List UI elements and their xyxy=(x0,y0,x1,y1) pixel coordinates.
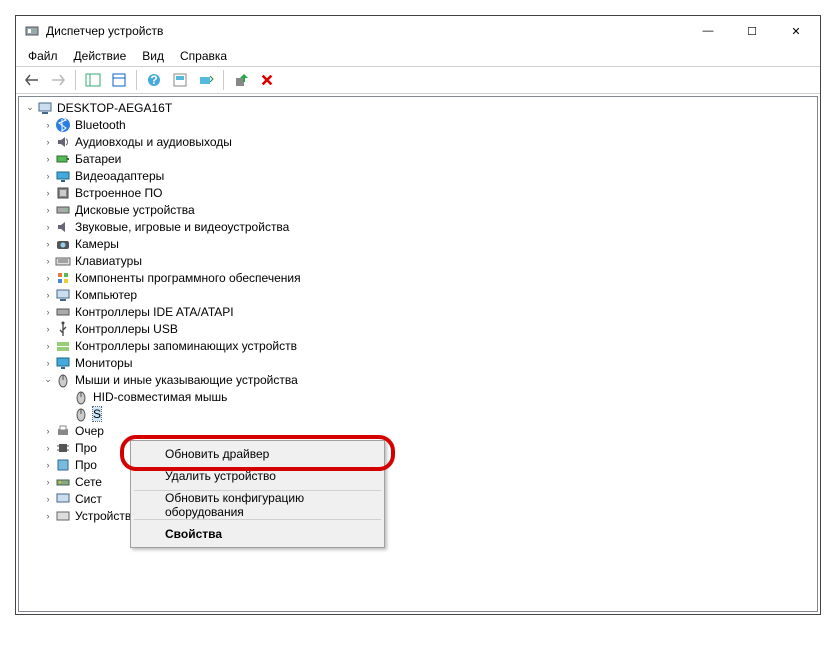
ctx-scan-hardware[interactable]: Обновить конфигурацию оборудования xyxy=(133,494,382,516)
expander-icon[interactable]: › xyxy=(41,203,55,217)
titlebar: Диспетчер устройств — ☐ ✕ xyxy=(16,16,820,46)
tree-item[interactable]: ›Камеры xyxy=(19,235,817,252)
network-icon xyxy=(55,474,71,490)
tree-item[interactable]: ›Bluetooth xyxy=(19,116,817,133)
monitor-icon xyxy=(55,355,71,371)
uninstall-button[interactable] xyxy=(255,68,279,92)
tree-item-hid-mouse[interactable]: HID-совместимая мышь xyxy=(19,388,817,405)
toolbar: ? xyxy=(16,66,820,94)
software-device-icon xyxy=(55,457,71,473)
expander-icon[interactable]: › xyxy=(41,186,55,200)
mouse-icon xyxy=(55,372,71,388)
tree-item[interactable]: ›Видеоадаптеры xyxy=(19,167,817,184)
expander-icon[interactable]: › xyxy=(41,458,55,472)
tree-item-selected-mouse[interactable]: S xyxy=(19,405,817,422)
tree-item[interactable]: ›Батареи xyxy=(19,150,817,167)
tree-item[interactable]: ›Клавиатуры xyxy=(19,252,817,269)
keyboard-icon xyxy=(55,253,71,269)
battery-icon xyxy=(55,151,71,167)
expander-icon[interactable]: ⌄ xyxy=(41,373,55,387)
menu-view[interactable]: Вид xyxy=(134,48,172,64)
window-title: Диспетчер устройств xyxy=(46,24,686,38)
tree-item[interactable]: ›Контроллеры USB xyxy=(19,320,817,337)
tree-item[interactable]: ›Очер xyxy=(19,422,817,439)
hid-icon xyxy=(55,508,71,524)
sound-icon xyxy=(55,219,71,235)
camera-icon xyxy=(55,236,71,252)
close-button[interactable]: ✕ xyxy=(774,17,818,45)
tree-item[interactable]: ›Контроллеры IDE ATA/ATAPI xyxy=(19,303,817,320)
ide-icon xyxy=(55,304,71,320)
expander-icon[interactable]: ⌄ xyxy=(23,101,37,115)
bluetooth-icon xyxy=(55,117,71,133)
properties-button[interactable] xyxy=(107,68,131,92)
expander-icon[interactable]: › xyxy=(41,441,55,455)
separator xyxy=(134,519,381,520)
disk-icon xyxy=(55,202,71,218)
computer-icon xyxy=(55,287,71,303)
display-adapter-icon xyxy=(55,168,71,184)
menu-help[interactable]: Справка xyxy=(172,48,235,64)
tree-item[interactable]: ›Дисковые устройства xyxy=(19,201,817,218)
computer-icon xyxy=(37,100,53,116)
expander-icon[interactable]: › xyxy=(41,475,55,489)
maximize-button[interactable]: ☐ xyxy=(730,17,774,45)
scan-button[interactable] xyxy=(194,68,218,92)
action-button[interactable] xyxy=(168,68,192,92)
expander-icon[interactable]: › xyxy=(41,424,55,438)
tree-item[interactable]: ›Встроенное ПО xyxy=(19,184,817,201)
ctx-properties[interactable]: Свойства xyxy=(133,523,382,545)
svg-text:?: ? xyxy=(150,73,157,87)
expander-icon[interactable]: › xyxy=(41,322,55,336)
system-device-icon xyxy=(55,491,71,507)
print-queue-icon xyxy=(55,423,71,439)
menubar: Файл Действие Вид Справка xyxy=(16,46,820,66)
tree-item[interactable]: ›Звуковые, игровые и видеоустройства xyxy=(19,218,817,235)
ctx-update-driver[interactable]: Обновить драйвер xyxy=(133,443,382,465)
back-button[interactable] xyxy=(20,68,44,92)
help-button[interactable]: ? xyxy=(142,68,166,92)
tree-item[interactable]: ›Аудиовходы и аудиовыходы xyxy=(19,133,817,150)
minimize-button[interactable]: — xyxy=(686,17,730,45)
context-menu: Обновить драйвер Удалить устройство Обно… xyxy=(130,440,385,548)
expander-icon[interactable]: › xyxy=(41,339,55,353)
usb-icon xyxy=(55,321,71,337)
expander-icon[interactable]: › xyxy=(41,135,55,149)
menu-action[interactable]: Действие xyxy=(66,48,135,64)
storage-controller-icon xyxy=(55,338,71,354)
tree-item[interactable]: ›Контроллеры запоминающих устройств xyxy=(19,337,817,354)
ctx-remove-device[interactable]: Удалить устройство xyxy=(133,465,382,487)
tree-item[interactable]: ›Компьютер xyxy=(19,286,817,303)
expander-icon[interactable]: › xyxy=(41,118,55,132)
software-component-icon xyxy=(55,270,71,286)
mouse-icon xyxy=(73,389,89,405)
expander-icon[interactable]: › xyxy=(41,305,55,319)
show-hidden-button[interactable] xyxy=(81,68,105,92)
processor-icon xyxy=(55,440,71,456)
expander-icon[interactable]: › xyxy=(41,220,55,234)
expander-icon[interactable]: › xyxy=(41,509,55,523)
update-driver-toolbar-button[interactable] xyxy=(229,68,253,92)
expander-icon[interactable]: › xyxy=(41,169,55,183)
expander-icon[interactable]: › xyxy=(41,356,55,370)
expander-icon[interactable]: › xyxy=(41,492,55,506)
expander-icon[interactable]: › xyxy=(41,237,55,251)
expander-icon[interactable]: › xyxy=(41,288,55,302)
firmware-icon xyxy=(55,185,71,201)
expander-icon[interactable]: › xyxy=(41,254,55,268)
app-icon xyxy=(24,23,40,39)
tree-root[interactable]: ⌄ DESKTOP-AEGA16T xyxy=(19,99,817,116)
tree-item-mice[interactable]: ⌄Мыши и иные указывающие устройства xyxy=(19,371,817,388)
audio-icon xyxy=(55,134,71,150)
expander-icon[interactable]: › xyxy=(41,152,55,166)
menu-file[interactable]: Файл xyxy=(20,48,66,64)
forward-button[interactable] xyxy=(46,68,70,92)
tree-item[interactable]: ›Компоненты программного обеспечения xyxy=(19,269,817,286)
tree-item[interactable]: ›Мониторы xyxy=(19,354,817,371)
expander-icon[interactable]: › xyxy=(41,271,55,285)
mouse-icon xyxy=(73,406,89,422)
